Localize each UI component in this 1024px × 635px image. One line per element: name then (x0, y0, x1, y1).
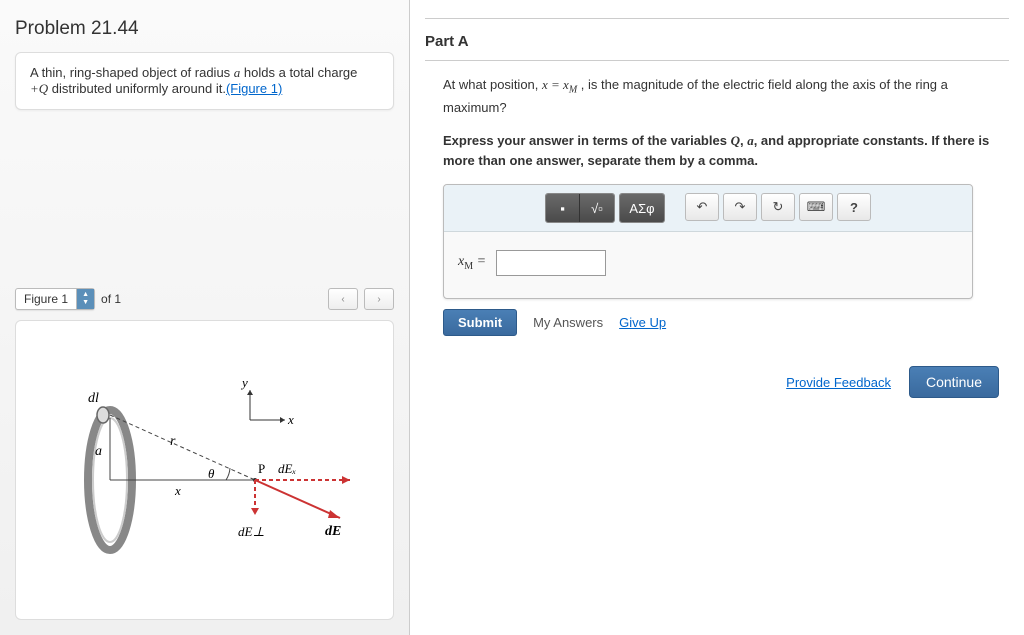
fig-label-dl: dl (88, 391, 99, 406)
figure-display: dl a r x y x θ (15, 320, 394, 620)
desc-text-1: A thin, ring-shaped object of radius (30, 65, 234, 80)
sqrt-button[interactable]: √▫ (580, 194, 614, 222)
submit-button[interactable]: Submit (443, 309, 517, 336)
fig-label-deperp: dE⊥ (238, 524, 265, 539)
fig-label-r: r (170, 434, 176, 449)
instr-q: Q (731, 133, 740, 148)
fig-label-xaxis: x (287, 412, 294, 427)
help-button[interactable]: ? (837, 193, 871, 221)
fig-label-dex: dEₓ (278, 461, 296, 476)
problem-title: Problem 21.44 (15, 10, 394, 52)
continue-button[interactable]: Continue (909, 366, 999, 398)
reset-button[interactable]: ↻ (761, 193, 795, 221)
give-up-link[interactable]: Give Up (619, 315, 666, 330)
my-answers-label: My Answers (533, 315, 603, 330)
q-eqn: x = x (542, 77, 569, 92)
right-panel: Part A At what position, x = xM , is the… (410, 0, 1024, 635)
fig-label-yaxis: y (240, 375, 248, 390)
left-panel: Problem 21.44 A thin, ring-shaped object… (0, 0, 410, 635)
question-text: At what position, x = xM , is the magnit… (443, 75, 1009, 117)
q-sub: M (569, 85, 577, 96)
q-prefix: At what position, (443, 77, 542, 92)
figure-count: of 1 (101, 292, 121, 306)
figure-prev-button[interactable]: ‹ (328, 288, 358, 310)
var-q: +Q (30, 81, 48, 96)
fig-label-de: dE (325, 524, 341, 539)
fig-label-x: x (174, 483, 181, 498)
answer-input-box: ▪ √▫ ΑΣφ ↶ ↷ ↻ ⌨ ? xM = (443, 184, 973, 299)
fig-label-theta: θ (208, 466, 215, 481)
answer-field[interactable] (496, 250, 606, 276)
part-header: Part A (425, 19, 1009, 61)
problem-description: A thin, ring-shaped object of radius a h… (15, 52, 394, 110)
redo-button[interactable]: ↷ (723, 193, 757, 221)
answer-label-eq: = (473, 254, 486, 269)
answer-label: xM = (458, 254, 486, 272)
figure-selector[interactable]: Figure 1 ▲▼ (15, 288, 95, 310)
fig-label-p: P (258, 461, 265, 476)
provide-feedback-link[interactable]: Provide Feedback (786, 375, 891, 390)
instruction-text: Express your answer in terms of the vari… (443, 131, 1009, 170)
undo-button[interactable]: ↶ (685, 193, 719, 221)
submit-row: Submit My Answers Give Up (443, 309, 1009, 336)
template-button[interactable]: ▪ (546, 194, 580, 222)
keyboard-button[interactable]: ⌨ (799, 193, 833, 221)
figure-navbar: Figure 1 ▲▼ of 1 ‹ › (15, 288, 394, 310)
figure-selector-label: Figure 1 (16, 292, 76, 306)
figure-svg: dl a r x y x θ (40, 360, 370, 580)
figure-link[interactable]: (Figure 1) (226, 81, 282, 96)
desc-text-3: distributed uniformly around it. (48, 81, 226, 96)
desc-text-2: holds a total charge (240, 65, 357, 80)
fig-label-a: a (95, 444, 102, 459)
answer-label-sub: M (464, 261, 473, 272)
bottom-actions: Provide Feedback Continue (425, 366, 1009, 398)
greek-button[interactable]: ΑΣφ (620, 194, 664, 222)
instr-prefix: Express your answer in terms of the vari… (443, 133, 731, 148)
figure-selector-arrows-icon: ▲▼ (76, 289, 94, 309)
equation-toolbar: ▪ √▫ ΑΣφ ↶ ↷ ↻ ⌨ ? (444, 185, 972, 232)
figure-next-button[interactable]: › (364, 288, 394, 310)
